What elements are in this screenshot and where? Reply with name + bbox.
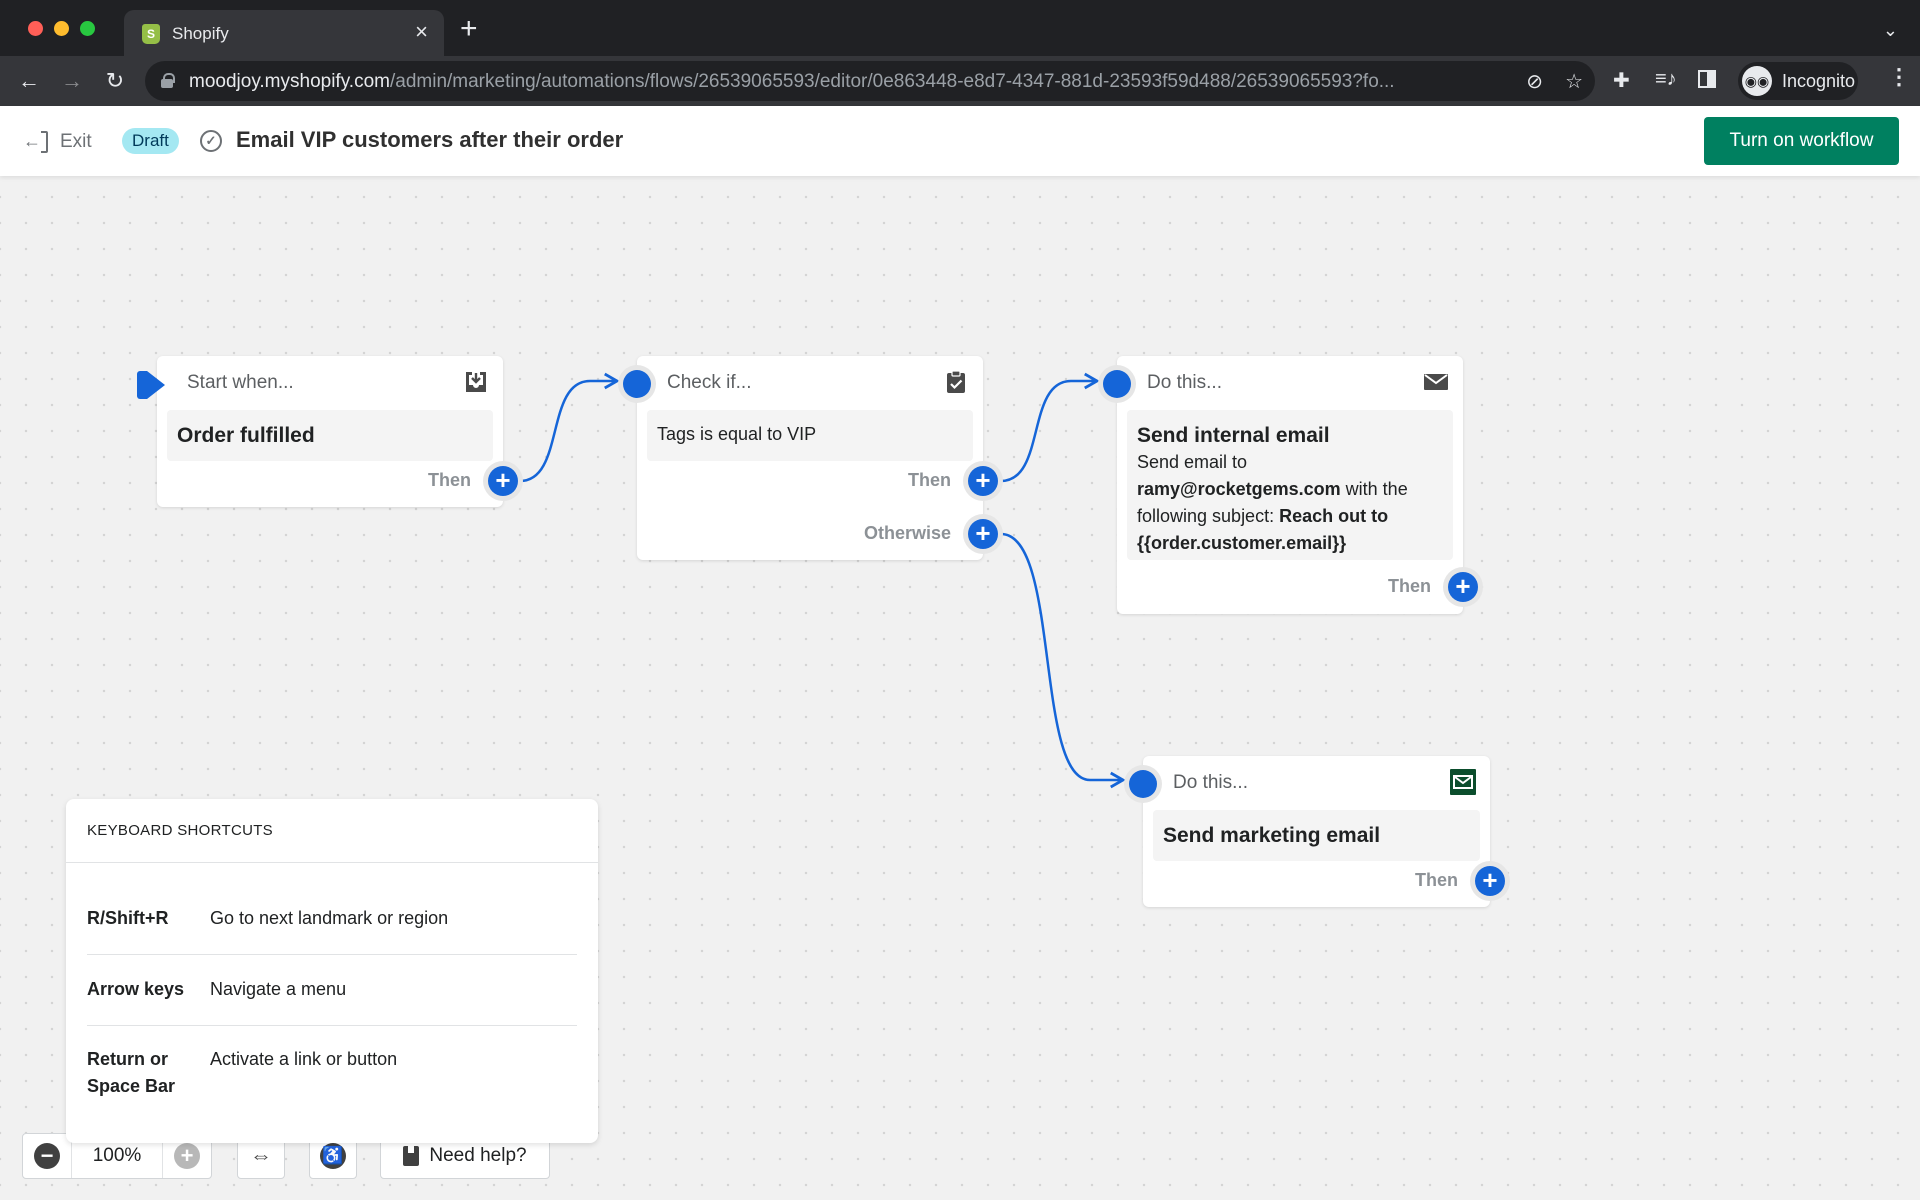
action-title: Send internal email	[1137, 424, 1330, 447]
url-text[interactable]: moodjoy.myshopify.com/admin/marketing/au…	[189, 71, 1395, 93]
tab-close-icon[interactable]: ×	[415, 20, 428, 44]
envelope-icon	[1424, 374, 1448, 390]
browser-toolbar: ← → ↻ moodjoy.myshopify.com/admin/market…	[0, 56, 1920, 106]
side-panel-icon[interactable]	[1698, 70, 1716, 88]
exit-icon	[23, 129, 48, 153]
panel-title: KEYBOARD SHORTCUTS	[87, 822, 273, 839]
add-then-step-button[interactable]: +	[1448, 572, 1478, 602]
incognito-label: Incognito	[1782, 71, 1856, 91]
new-tab-button[interactable]: +	[460, 14, 478, 44]
address-bar[interactable]: moodjoy.myshopify.com/admin/marketing/au…	[145, 61, 1595, 101]
flow-editor-header: Exit Draft ✓ Email VIP customers after t…	[0, 106, 1920, 176]
node-body: Send marketing email	[1153, 810, 1480, 861]
node-body: Send internal email Send email to ramy@r…	[1127, 410, 1453, 560]
browser-tab-bar: S Shopify × + ⌄	[0, 0, 1920, 56]
condition-node[interactable]: Check if... Tags is equal to VIP Then + …	[623, 356, 998, 560]
browser-menu-icon[interactable]: ⋮	[1888, 64, 1910, 90]
bookmark-star-icon[interactable]: ☆	[1565, 69, 1583, 94]
eye-off-icon[interactable]: ⊘	[1526, 69, 1543, 94]
window-maximize-button[interactable]	[80, 21, 95, 36]
check-circle-icon: ✓	[200, 130, 222, 152]
node-body: Tags is equal to VIP	[647, 410, 973, 461]
extensions-puzzle-icon[interactable]: ✚	[1613, 68, 1630, 93]
browser-tab-shopify[interactable]: S Shopify ×	[124, 10, 444, 56]
trigger-title: Order fulfilled	[177, 424, 315, 447]
fit-arrows-icon: ⇔	[250, 1143, 272, 1168]
clipboard-check-icon	[947, 370, 965, 393]
incognito-profile-button[interactable]: ◉◉ Incognito	[1738, 62, 1858, 100]
action-description: Send email to ramy@rocketgems.com with t…	[1137, 449, 1443, 557]
shortcut-key: Arrow keys	[87, 979, 185, 999]
node-body: Order fulfilled	[167, 410, 493, 461]
action-title: Send marketing email	[1163, 824, 1381, 847]
panel-divider	[66, 862, 598, 863]
add-then-step-button[interactable]: +	[968, 466, 998, 496]
port-label-otherwise: Otherwise	[863, 523, 951, 543]
port-label-then: Then	[908, 470, 951, 490]
port-label-then: Then	[428, 470, 471, 490]
back-button[interactable]: ←	[14, 66, 44, 96]
add-then-step-button[interactable]: +	[1475, 866, 1505, 896]
window-minimize-button[interactable]	[54, 21, 69, 36]
lock-icon[interactable]	[161, 73, 175, 88]
trigger-node[interactable]: Start when... Order fulfilled Then +	[137, 356, 518, 507]
add-otherwise-step-button[interactable]: +	[968, 519, 998, 549]
condition-text: Tags is equal to VIP	[657, 424, 817, 444]
shortcut-key: R/Shift+R	[87, 908, 169, 928]
envelope-green-icon	[1450, 769, 1476, 795]
node-kind-label: Check if...	[667, 372, 752, 393]
inbox-download-icon	[466, 372, 486, 392]
node-kind-label: Start when...	[187, 372, 294, 393]
shopify-bag-icon: S	[142, 24, 160, 44]
forward-button[interactable]: →	[57, 66, 87, 96]
keyboard-shortcuts-panel: KEYBOARD SHORTCUTS R/Shift+R Go to next …	[66, 799, 598, 1143]
zoom-out-button[interactable]: −	[23, 1134, 71, 1178]
tab-title: Shopify	[172, 24, 229, 43]
shortcut-desc: Go to next landmark or region	[210, 908, 449, 928]
url-host: moodjoy.myshopify.com	[189, 71, 390, 92]
input-port[interactable]	[1103, 370, 1131, 398]
input-port[interactable]	[623, 370, 651, 398]
url-path: /admin/marketing/automations/flows/26539…	[389, 71, 1395, 92]
add-then-step-button[interactable]: +	[488, 466, 518, 496]
minus-circle-icon: −	[34, 1143, 60, 1169]
tab-search-chevron-icon[interactable]: ⌄	[1883, 20, 1898, 41]
input-port[interactable]	[1129, 770, 1157, 798]
status-badge: Draft	[122, 128, 179, 154]
incognito-icon: ◉◉	[1742, 66, 1772, 96]
window-close-button[interactable]	[28, 21, 43, 36]
node-kind-label: Do this...	[1147, 372, 1222, 393]
node-kind-label: Do this...	[1173, 772, 1248, 793]
shortcut-desc: Navigate a menu	[210, 979, 347, 999]
exit-button[interactable]: Exit	[23, 128, 92, 156]
port-label-then: Then	[1415, 870, 1458, 890]
media-controls-icon[interactable]: ≡♪	[1655, 68, 1677, 91]
trigger-start-marker	[137, 371, 165, 399]
internal-email-action-node[interactable]: Do this... Send internal email Send emai…	[1103, 356, 1478, 614]
desc-prefix: Send email to	[1137, 452, 1248, 472]
row-divider	[87, 954, 577, 955]
exit-label: Exit	[60, 131, 92, 152]
shortcut-desc: Activate a link or button	[210, 1049, 398, 1069]
row-divider	[87, 1025, 577, 1026]
plus-circle-icon: +	[174, 1143, 200, 1169]
reload-button[interactable]: ↻	[100, 66, 130, 96]
turn-on-workflow-button[interactable]: Turn on workflow	[1704, 117, 1899, 165]
shortcut-key: Return or Space Bar	[87, 1049, 176, 1096]
port-label-then: Then	[1388, 576, 1431, 596]
accessibility-icon: ♿	[320, 1143, 346, 1169]
workflow-title[interactable]: Email VIP customers after their order	[236, 127, 623, 153]
book-icon	[403, 1146, 420, 1166]
recipient-email: ramy@rocketgems.com	[1137, 479, 1341, 499]
marketing-email-action-node[interactable]: Do this... Send marketing email Then +	[1129, 756, 1505, 907]
help-label: Need help?	[429, 1145, 527, 1166]
